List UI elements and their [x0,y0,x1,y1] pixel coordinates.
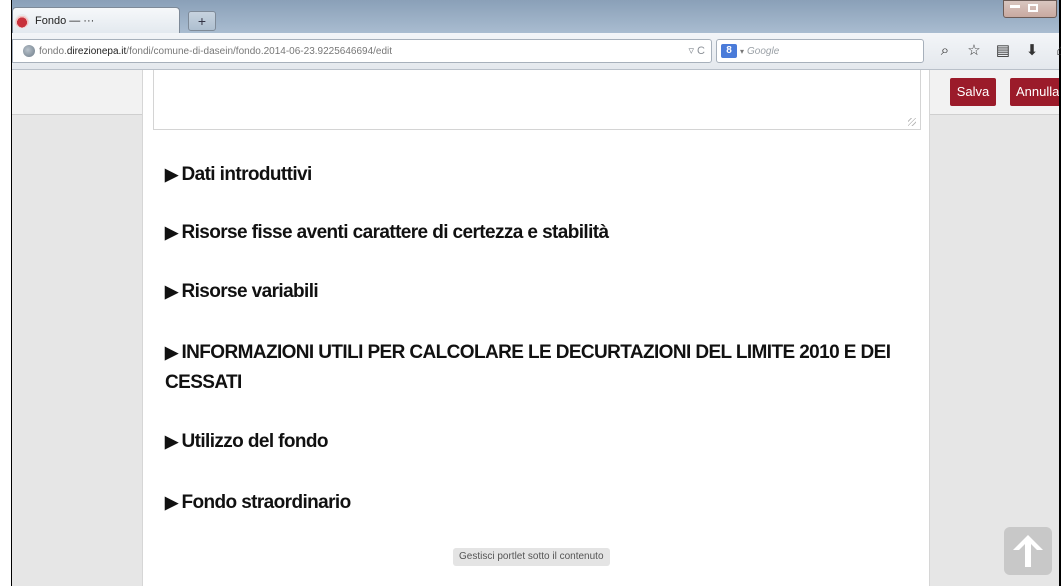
page-area: Salva Annulla ▶ Dati introduttivi ▶ Risors… [12,70,1059,586]
main-content: ▶ Dati introduttivi ▶ Risorse fisse aventi… [142,70,930,586]
url-text: fondo.direzionepa.it/fondi/comune-di-das… [39,45,393,57]
site-identity-icon[interactable] [23,45,35,57]
section-label: Utilizzo del fondo [181,431,328,452]
expand-triangle-icon: ▶ [165,223,178,242]
reload-icon[interactable]: ▿ C [688,44,705,57]
maximize-icon[interactable] [1028,4,1038,12]
address-bar[interactable]: fondo.direzionepa.it/fondi/comune-di-das… [12,39,712,63]
new-tab-button[interactable]: + [188,11,216,31]
expand-triangle-icon: ▶ [165,493,178,512]
section-risorse-variabili[interactable]: ▶ Risorse variabili [165,277,905,307]
section-risorse-fisse[interactable]: ▶ Risorse fisse aventi carattere di certe… [165,218,905,248]
tab-strip: Fondo — ··· + [12,0,1059,33]
section-informazioni-utili[interactable]: ▶ INFORMAZIONI UTILI PER CALCOLARE LE DEC… [165,338,905,398]
tab-title: Fondo — ··· [35,14,95,27]
site-favicon-icon [15,13,29,28]
search-icon[interactable]: ⌕ [937,43,953,59]
search-bar[interactable]: 8 ▾ Google [716,39,924,63]
scroll-top-arrow-icon [1013,535,1043,567]
browser-tab[interactable]: Fondo — ··· [12,7,180,33]
section-label: Risorse fisse aventi carattere di certez… [181,222,609,243]
minimize-icon[interactable] [1010,5,1020,8]
reading-list-icon[interactable]: ▤ [995,43,1011,59]
search-engine-icon[interactable]: 8 [721,44,737,58]
expand-triangle-icon: ▶ [165,165,178,184]
download-icon[interactable]: ⬇ [1024,43,1040,59]
navigation-bar: fondo.direzionepa.it/fondi/comune-di-das… [12,33,1061,70]
home-icon[interactable]: ⌂ [1053,43,1061,59]
expand-triangle-icon: ▶ [165,282,178,301]
toolbar-icons: ⌕ ☆ ▤ ⬇ ⌂ S [937,43,1061,59]
window-controls[interactable] [1003,0,1057,18]
expand-triangle-icon: ▶ [165,432,178,451]
resize-grip-icon[interactable] [908,118,916,126]
section-label: Risorse variabili [181,281,319,302]
scroll-top-button[interactable] [1004,527,1052,575]
section-dati-introduttivi[interactable]: ▶ Dati introduttivi [165,160,905,190]
section-fondo-straordinario[interactable]: ▶ Fondo straordinario [165,488,905,518]
section-label: Fondo straordinario [181,492,351,513]
text-editor[interactable] [153,70,921,130]
section-label: INFORMAZIONI UTILI PER CALCOLARE LE DECU… [165,342,891,393]
save-button[interactable]: Salva [950,78,996,106]
expand-triangle-icon: ▶ [165,343,178,362]
chevron-down-icon[interactable]: ▾ [740,47,744,56]
search-input[interactable]: Google [747,46,923,57]
cancel-button[interactable]: Annulla [1010,78,1059,106]
section-utilizzo-fondo[interactable]: ▶ Utilizzo del fondo [165,427,905,457]
bookmark-star-icon[interactable]: ☆ [966,43,982,59]
section-label: Dati introduttivi [181,164,312,185]
window-left-frame [0,0,12,586]
manage-portlets-link[interactable]: Gestisci portlet sotto il contenuto [453,548,610,566]
